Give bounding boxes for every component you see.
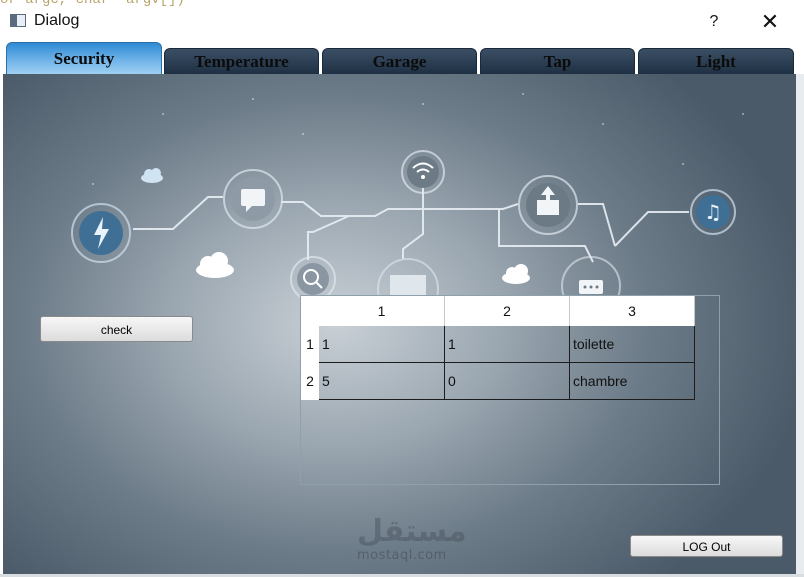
table-corner xyxy=(301,296,319,326)
watermark-text: mostaql.com xyxy=(357,548,447,563)
cloud-icon xyxy=(141,168,530,284)
row-header[interactable]: 2 xyxy=(301,363,319,400)
svg-text:♫: ♫ xyxy=(704,200,722,224)
mail-upload-icon xyxy=(518,175,578,235)
column-header[interactable]: 2 xyxy=(445,296,570,326)
table-cell[interactable]: 5 xyxy=(319,363,445,400)
window-edge xyxy=(796,74,804,577)
table-cell[interactable]: chambre xyxy=(570,363,695,400)
row-header[interactable]: 1 xyxy=(301,326,319,363)
table-cell[interactable]: toilette xyxy=(570,326,695,363)
window-title: Dialog xyxy=(34,12,80,29)
logout-button[interactable]: LOG Out xyxy=(630,535,783,557)
tab-light[interactable]: Light xyxy=(638,48,794,74)
music-note-icon: ♫ xyxy=(690,189,736,235)
tab-security[interactable]: Security xyxy=(6,42,162,74)
background-code-text: or argc, char *argv[]) xyxy=(0,0,185,8)
check-button[interactable]: check xyxy=(40,316,193,342)
window-icon xyxy=(10,14,26,27)
watermark-logo: مستقل xyxy=(357,514,467,549)
wifi-icon xyxy=(401,150,445,194)
chat-icon xyxy=(223,169,283,229)
title-bar: or argc, char *argv[]) Dialog ? ✕ xyxy=(0,0,804,42)
tab-temperature[interactable]: Temperature xyxy=(164,48,319,74)
tab-bar: Security Temperature Garage Tap Light xyxy=(0,42,804,74)
tab-content-security: ♫ check 1 2 3 1 2 1 1 toilette 5 0 chamb… xyxy=(3,74,796,574)
lightning-icon xyxy=(71,203,131,263)
help-button[interactable]: ? xyxy=(702,10,726,34)
table-cell[interactable]: 1 xyxy=(445,326,570,363)
column-header[interactable]: 1 xyxy=(319,296,445,326)
close-button[interactable]: ✕ xyxy=(755,8,785,36)
table-cell[interactable]: 1 xyxy=(319,326,445,363)
column-header[interactable]: 3 xyxy=(570,296,695,326)
tab-tap[interactable]: Tap xyxy=(480,48,635,74)
tab-garage[interactable]: Garage xyxy=(322,48,477,74)
table-cell[interactable]: 0 xyxy=(445,363,570,400)
